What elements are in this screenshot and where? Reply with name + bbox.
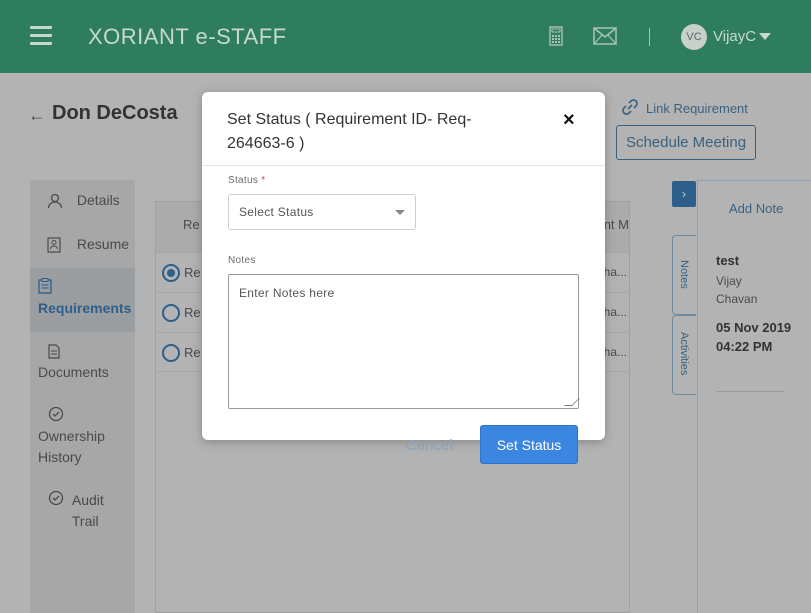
schedule-meeting-button[interactable]: Schedule Meeting <box>616 125 756 160</box>
status-label: Status * <box>228 175 265 186</box>
sidebar-item-documents[interactable]: Documents <box>30 344 135 380</box>
sidebar-item-label: Details <box>76 192 120 208</box>
table-header-cell: nt M <box>603 217 629 232</box>
top-bar: XORIANT e-STAFF VC VijayC <box>0 0 811 73</box>
avatar[interactable]: VC <box>681 24 707 50</box>
required-mark: * <box>261 175 266 186</box>
back-arrow-icon[interactable]: ← <box>28 105 46 126</box>
sidebar-item-details[interactable]: Details <box>47 192 135 209</box>
user-icon <box>47 193 63 209</box>
audit-icon <box>38 490 68 512</box>
panel-toggle-button[interactable]: › <box>672 181 696 207</box>
modal-title: Set Status ( Requirement ID- Req-264663-… <box>227 111 472 152</box>
clipboard-icon <box>38 278 135 296</box>
calculator-icon[interactable] <box>549 26 563 51</box>
row-label: Re <box>184 265 201 280</box>
header-divider <box>649 28 650 46</box>
notes-textarea[interactable]: Enter Notes here <box>228 274 580 409</box>
link-requirement-link[interactable]: Link Requirement <box>620 97 748 120</box>
set-status-modal: Set Status ( Requirement ID- Req-264663-… <box>202 92 605 440</box>
sidebar-item-label: Requirements <box>38 300 132 316</box>
page-title: Don DeCosta <box>52 102 178 124</box>
document-icon <box>38 344 135 364</box>
row-radio[interactable] <box>162 304 180 322</box>
row-radio[interactable] <box>162 344 180 362</box>
username[interactable]: VijayC <box>713 28 756 45</box>
link-requirement-label: Link Requirement <box>646 101 748 116</box>
notes-panel <box>697 180 811 613</box>
sidebar-item-requirements[interactable]: Requirements <box>30 268 135 332</box>
row-trail: ha... <box>603 265 627 279</box>
row-label: Re <box>184 305 201 320</box>
sidebar-item-audit-trail[interactable]: Audit Trail <box>30 490 135 532</box>
notes-label: Notes <box>228 255 256 266</box>
tab-notes[interactable]: Notes <box>672 235 696 315</box>
tab-activities[interactable]: Activities <box>672 315 696 395</box>
cancel-button[interactable]: Cancel <box>406 437 453 454</box>
menu-icon[interactable] <box>30 26 52 46</box>
note-title: test <box>716 253 740 268</box>
close-icon[interactable]: × <box>563 110 575 130</box>
row-radio[interactable] <box>162 264 180 282</box>
sidebar-item-label: Ownership History <box>38 428 105 465</box>
chevron-down-icon <box>395 210 405 215</box>
status-select-value: Select Status <box>239 205 314 219</box>
status-label-text: Status <box>228 175 259 186</box>
row-trail: ha... <box>603 305 627 319</box>
sidebar: Details Resume Requirements Documents Ow… <box>30 180 135 613</box>
row-trail: ha... <box>603 345 627 359</box>
row-label: Re <box>184 345 201 360</box>
tab-label: Activities <box>678 332 690 376</box>
history-icon <box>38 406 135 426</box>
tab-label: Notes <box>678 260 690 289</box>
brand-logo[interactable]: XORIANT e-STAFF <box>88 24 287 50</box>
mail-icon[interactable] <box>593 27 617 50</box>
modal-header: Set Status ( Requirement ID- Req-264663-… <box>202 92 605 166</box>
resize-handle-icon[interactable] <box>564 398 580 406</box>
caret-down-icon[interactable] <box>759 33 771 40</box>
resume-icon <box>47 237 63 253</box>
sidebar-item-label: Resume <box>76 236 130 252</box>
table-header-cell: Re <box>183 217 200 232</box>
notes-placeholder: Enter Notes here <box>239 286 335 300</box>
sidebar-item-label: Documents <box>38 364 109 380</box>
note-date: 05 Nov 2019 04:22 PM <box>716 320 792 354</box>
add-note-link[interactable]: Add Note <box>729 201 783 216</box>
note-author: Vijay Chavan <box>716 274 758 306</box>
divider <box>716 391 784 392</box>
sidebar-item-label: Audit Trail <box>71 492 104 529</box>
status-select[interactable]: Select Status <box>228 194 416 230</box>
sidebar-item-resume[interactable]: Resume <box>47 236 135 253</box>
sidebar-item-ownership-history[interactable]: Ownership History <box>30 406 135 468</box>
set-status-button[interactable]: Set Status <box>480 425 578 464</box>
link-icon <box>620 97 640 120</box>
